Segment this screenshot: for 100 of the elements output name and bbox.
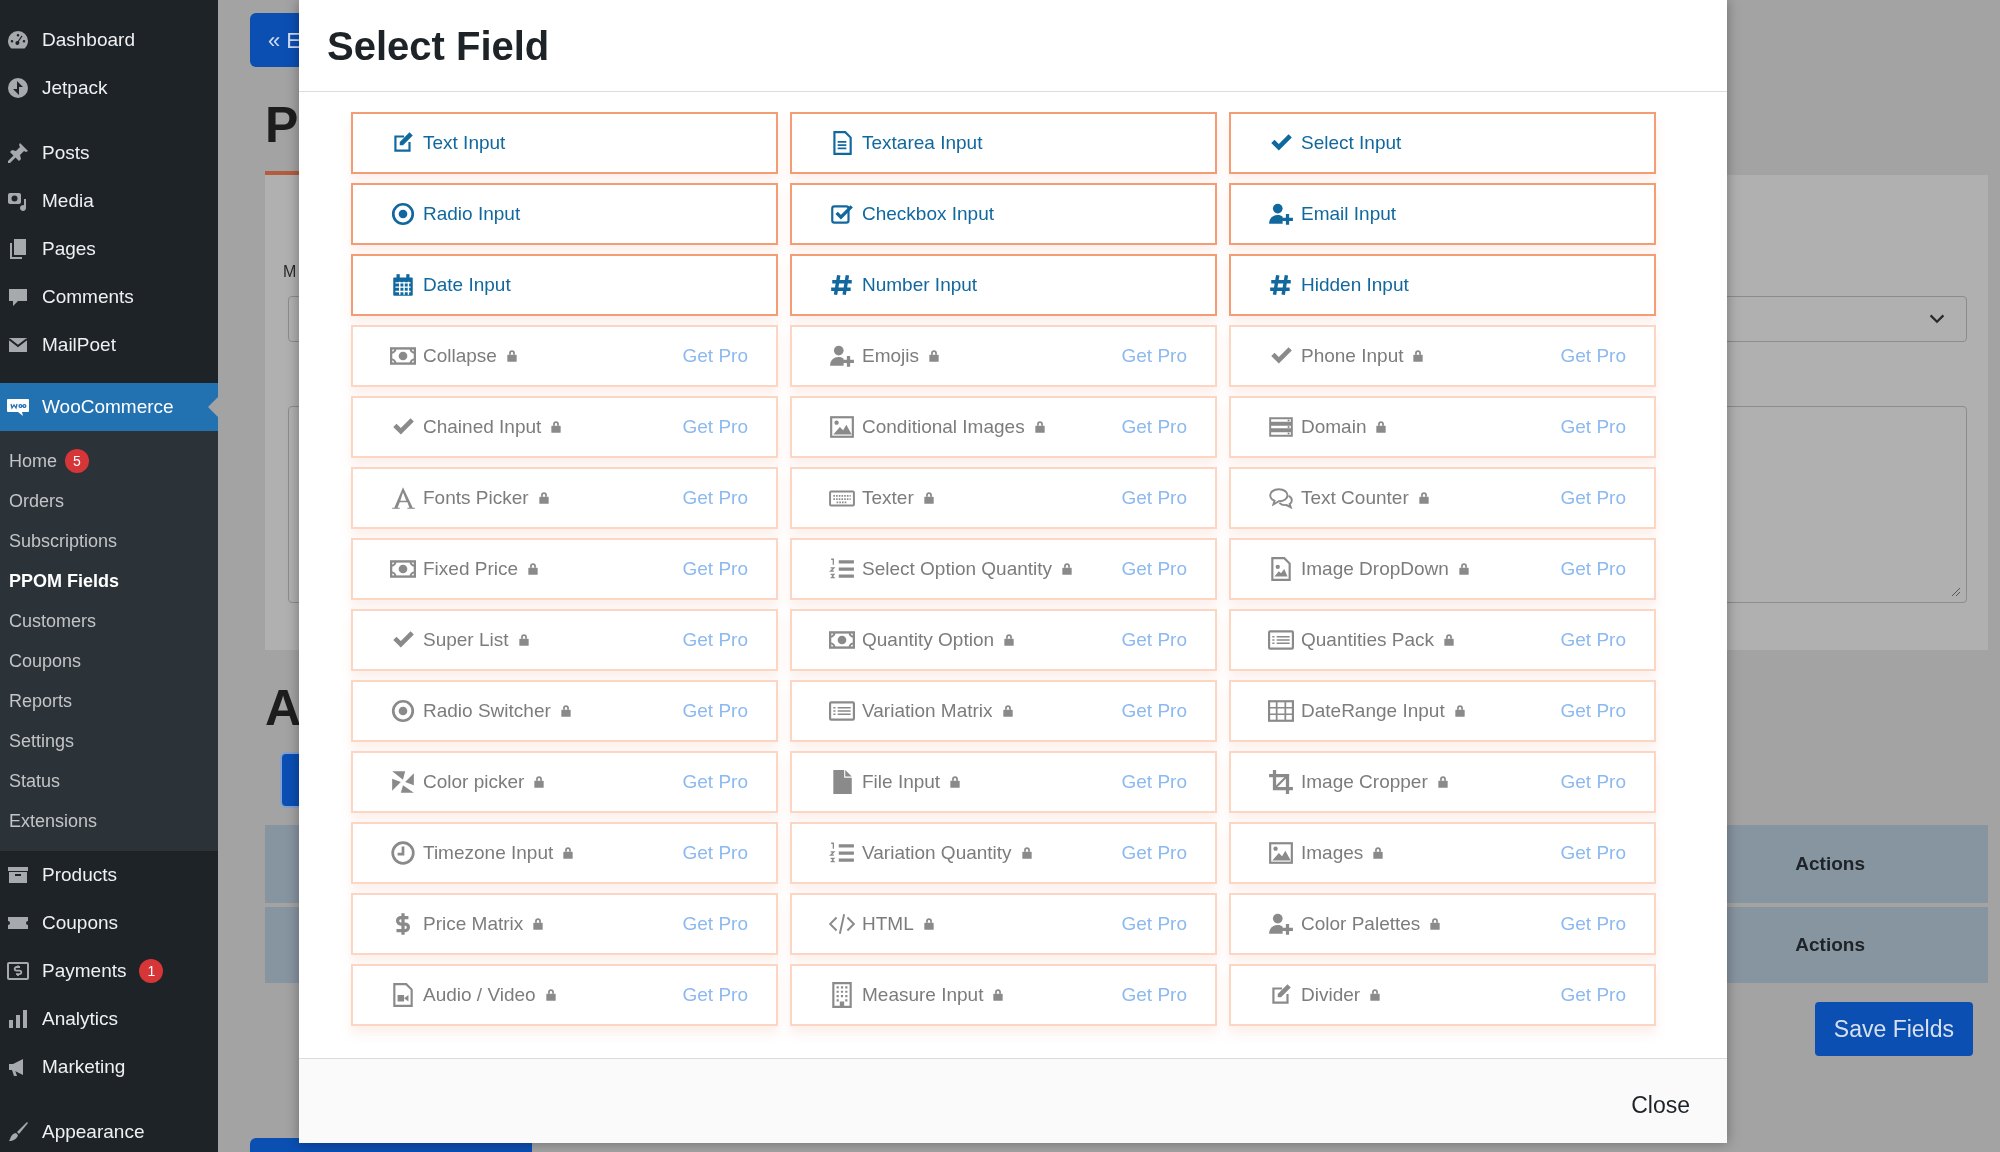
field-option[interactable]: Emojis Get Pro bbox=[790, 325, 1217, 387]
field-option[interactable]: Email Input bbox=[1229, 183, 1656, 245]
crop-icon bbox=[1268, 769, 1294, 795]
submenu-item[interactable]: Coupons bbox=[0, 641, 218, 681]
field-option[interactable]: HTML Get Pro bbox=[790, 893, 1217, 955]
lock-icon bbox=[516, 633, 531, 647]
field-label: Fixed Price bbox=[423, 556, 519, 581]
field-option[interactable]: Checkbox Input bbox=[790, 183, 1217, 245]
field-option[interactable]: Radio Switcher Get Pro bbox=[351, 680, 778, 742]
comments-icon bbox=[1268, 485, 1294, 511]
lock-icon bbox=[549, 420, 564, 434]
radio-icon bbox=[390, 201, 416, 227]
field-label: Number Input bbox=[862, 272, 978, 297]
field-option[interactable]: Text Input bbox=[351, 112, 778, 174]
field-label: Super List bbox=[423, 627, 509, 652]
menu-item[interactable]: Marketing bbox=[0, 1043, 218, 1091]
field-label: Timezone Input bbox=[423, 840, 554, 865]
menu-item[interactable]: Products bbox=[0, 851, 218, 899]
lock-icon bbox=[504, 349, 519, 363]
field-option[interactable]: Variation Matrix Get Pro bbox=[790, 680, 1217, 742]
lock-icon bbox=[1428, 917, 1443, 931]
clock-icon bbox=[390, 840, 416, 866]
menu-item[interactable]: Appearance bbox=[0, 1108, 218, 1152]
lock-icon bbox=[1019, 846, 1034, 860]
field-option[interactable]: Timezone Input Get Pro bbox=[351, 822, 778, 884]
submenu-item[interactable]: Extensions bbox=[0, 801, 218, 841]
field-option[interactable]: Phone Input Get Pro bbox=[1229, 325, 1656, 387]
field-option[interactable]: Text Counter Get Pro bbox=[1229, 467, 1656, 529]
field-option[interactable]: Texter Get Pro bbox=[790, 467, 1217, 529]
field-option[interactable]: Image Cropper Get Pro bbox=[1229, 751, 1656, 813]
field-option[interactable]: File Input Get Pro bbox=[790, 751, 1217, 813]
lock-icon bbox=[526, 562, 541, 576]
field-option[interactable]: Quantity Option Get Pro bbox=[790, 609, 1217, 671]
field-label: Radio Switcher bbox=[423, 698, 551, 723]
menu-item[interactable]: Analytics bbox=[0, 995, 218, 1043]
table-icon bbox=[1268, 698, 1294, 724]
field-option[interactable]: Fixed Price Get Pro bbox=[351, 538, 778, 600]
list-icon bbox=[829, 698, 855, 724]
field-option[interactable]: Radio Input bbox=[351, 183, 778, 245]
field-option[interactable]: Select Option Quantity Get Pro bbox=[790, 538, 1217, 600]
field-option[interactable]: Image DropDown Get Pro bbox=[1229, 538, 1656, 600]
field-option[interactable]: Measure Input Get Pro bbox=[790, 964, 1217, 1026]
building-icon bbox=[829, 982, 855, 1008]
save-button[interactable]: Save Fields bbox=[1814, 1002, 1973, 1056]
section-heading: A bbox=[265, 680, 303, 736]
submenu-item[interactable]: Orders bbox=[0, 481, 218, 521]
field-option[interactable]: Domain Get Pro bbox=[1229, 396, 1656, 458]
pin-icon bbox=[6, 141, 30, 165]
field-option[interactable]: Select Input bbox=[1229, 112, 1656, 174]
submenu-item[interactable]: Settings bbox=[0, 721, 218, 761]
field-option[interactable]: Color Palettes Get Pro bbox=[1229, 893, 1656, 955]
field-option[interactable]: Price Matrix Get Pro bbox=[351, 893, 778, 955]
menu-item[interactable]: Jetpack bbox=[0, 64, 218, 112]
field-option[interactable]: Variation Quantity Get Pro bbox=[790, 822, 1217, 884]
image-icon bbox=[1268, 840, 1294, 866]
menu-item[interactable]: Pages bbox=[0, 225, 218, 273]
field-label: Phone Input bbox=[1301, 343, 1404, 368]
field-option[interactable]: Images Get Pro bbox=[1229, 822, 1656, 884]
lock-icon bbox=[921, 491, 936, 505]
field-label: Fonts Picker bbox=[423, 485, 529, 510]
field-option[interactable]: Fonts Picker Get Pro bbox=[351, 467, 778, 529]
field-label: Image Cropper bbox=[1301, 769, 1428, 794]
menu-item[interactable]: Comments bbox=[0, 273, 218, 321]
submenu-item[interactable]: Reports bbox=[0, 681, 218, 721]
field-label: Emojis bbox=[862, 343, 919, 368]
current-arrow-icon bbox=[208, 397, 218, 417]
menu-item[interactable]: Posts bbox=[0, 129, 218, 177]
field-option[interactable]: Conditional Images Get Pro bbox=[790, 396, 1217, 458]
field-option[interactable]: Collapse Get Pro bbox=[351, 325, 778, 387]
field-option[interactable]: DateRange Input Get Pro bbox=[1229, 680, 1656, 742]
hash-icon bbox=[1268, 272, 1294, 298]
field-option[interactable]: Quantities Pack Get Pro bbox=[1229, 609, 1656, 671]
menu-item[interactable]: Media bbox=[0, 177, 218, 225]
field-option[interactable]: Date Input bbox=[351, 254, 778, 316]
code-icon bbox=[829, 911, 855, 937]
field-option[interactable]: Color picker Get Pro bbox=[351, 751, 778, 813]
submenu-item[interactable]: Status bbox=[0, 761, 218, 801]
field-option[interactable]: Number Input bbox=[790, 254, 1217, 316]
submenu-item[interactable]: Home 5 bbox=[0, 441, 218, 481]
submenu-item[interactable]: Subscriptions bbox=[0, 521, 218, 561]
image-icon bbox=[829, 414, 855, 440]
field-option[interactable]: Audio / Video Get Pro bbox=[351, 964, 778, 1026]
field-option[interactable]: Chained Input Get Pro bbox=[351, 396, 778, 458]
lock-icon bbox=[991, 988, 1006, 1002]
field-option[interactable]: Hidden Input bbox=[1229, 254, 1656, 316]
field-label: DateRange Input bbox=[1301, 698, 1445, 723]
submenu-item[interactable]: Customers bbox=[0, 601, 218, 641]
menu-item[interactable]: Payments 1 bbox=[0, 947, 218, 995]
menu-item[interactable]: MailPoet bbox=[0, 321, 218, 369]
field-option[interactable]: Divider Get Pro bbox=[1229, 964, 1656, 1026]
menu-item[interactable]: Coupons bbox=[0, 899, 218, 947]
submenu-item[interactable]: PPOM Fields bbox=[0, 561, 218, 601]
field-option[interactable]: Textarea Input bbox=[790, 112, 1217, 174]
menu-item[interactable]: WooCommerce bbox=[0, 383, 218, 431]
field-option[interactable]: Super List Get Pro bbox=[351, 609, 778, 671]
field-label: Measure Input bbox=[862, 982, 984, 1007]
menu-item[interactable]: Dashboard bbox=[0, 16, 218, 64]
field-label: Hidden Input bbox=[1301, 272, 1409, 297]
close-button[interactable]: Close bbox=[1631, 1079, 1690, 1123]
field-label: Divider bbox=[1301, 982, 1361, 1007]
